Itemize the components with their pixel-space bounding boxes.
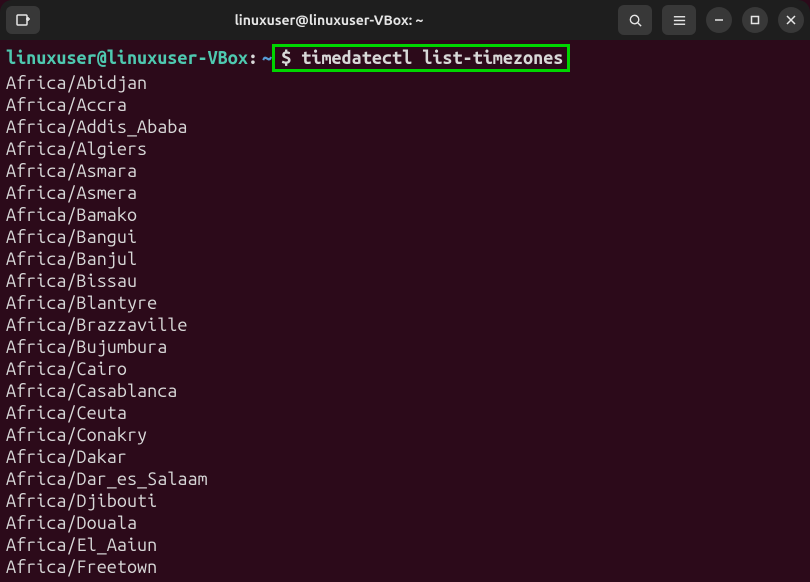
output-line: Africa/Bissau: [6, 270, 804, 292]
prompt-path: ~: [262, 47, 272, 69]
search-button[interactable]: [618, 5, 652, 35]
hamburger-icon: [672, 13, 687, 28]
output-line: Africa/Addis_Ababa: [6, 116, 804, 138]
output-line: Africa/Douala: [6, 512, 804, 534]
output-line: Africa/Asmera: [6, 182, 804, 204]
output-container: Africa/AbidjanAfrica/AccraAfrica/Addis_A…: [6, 72, 804, 578]
new-tab-icon: [15, 12, 31, 28]
output-line: Africa/Dakar: [6, 446, 804, 468]
maximize-button[interactable]: [742, 7, 768, 33]
prompt-dollar: $: [281, 48, 301, 68]
close-button[interactable]: [778, 7, 804, 33]
output-line: Africa/Abidjan: [6, 72, 804, 94]
prompt-colon: :: [248, 47, 258, 69]
output-line: Africa/Ceuta: [6, 402, 804, 424]
output-line: Africa/Conakry: [6, 424, 804, 446]
output-line: Africa/El_Aaiun: [6, 534, 804, 556]
output-line: Africa/Freetown: [6, 556, 804, 578]
output-line: Africa/Dar_es_Salaam: [6, 468, 804, 490]
maximize-icon: [750, 15, 760, 25]
command-text: timedatectl list-timezones: [301, 48, 563, 68]
command-highlight: $ timedatectl list-timezones: [272, 44, 570, 72]
output-line: Africa/Blantyre: [6, 292, 804, 314]
output-line: Africa/Algiers: [6, 138, 804, 160]
new-tab-button[interactable]: [6, 6, 40, 34]
search-icon: [628, 13, 643, 28]
output-line: Africa/Bujumbura: [6, 336, 804, 358]
titlebar-left: [6, 6, 40, 34]
titlebar: linuxuser@linuxuser-VBox: ~: [0, 0, 810, 40]
output-line: Africa/Djibouti: [6, 490, 804, 512]
output-line: Africa/Bangui: [6, 226, 804, 248]
output-line: Africa/Casablanca: [6, 380, 804, 402]
close-icon: [786, 15, 796, 25]
output-line: Africa/Brazzaville: [6, 314, 804, 336]
output-line: Africa/Accra: [6, 94, 804, 116]
minimize-button[interactable]: [706, 7, 732, 33]
menu-button[interactable]: [662, 5, 696, 35]
window-title: linuxuser@linuxuser-VBox: ~: [40, 12, 618, 28]
output-line: Africa/Asmara: [6, 160, 804, 182]
titlebar-right: [618, 5, 804, 35]
prompt-user: linuxuser@linuxuser-VBox: [6, 47, 248, 69]
output-line: Africa/Bamako: [6, 204, 804, 226]
prompt-line: linuxuser@linuxuser-VBox: ~ $ timedatect…: [6, 44, 804, 72]
output-line: Africa/Cairo: [6, 358, 804, 380]
output-line: Africa/Banjul: [6, 248, 804, 270]
terminal-content[interactable]: linuxuser@linuxuser-VBox: ~ $ timedatect…: [0, 40, 810, 582]
minimize-icon: [714, 15, 724, 25]
